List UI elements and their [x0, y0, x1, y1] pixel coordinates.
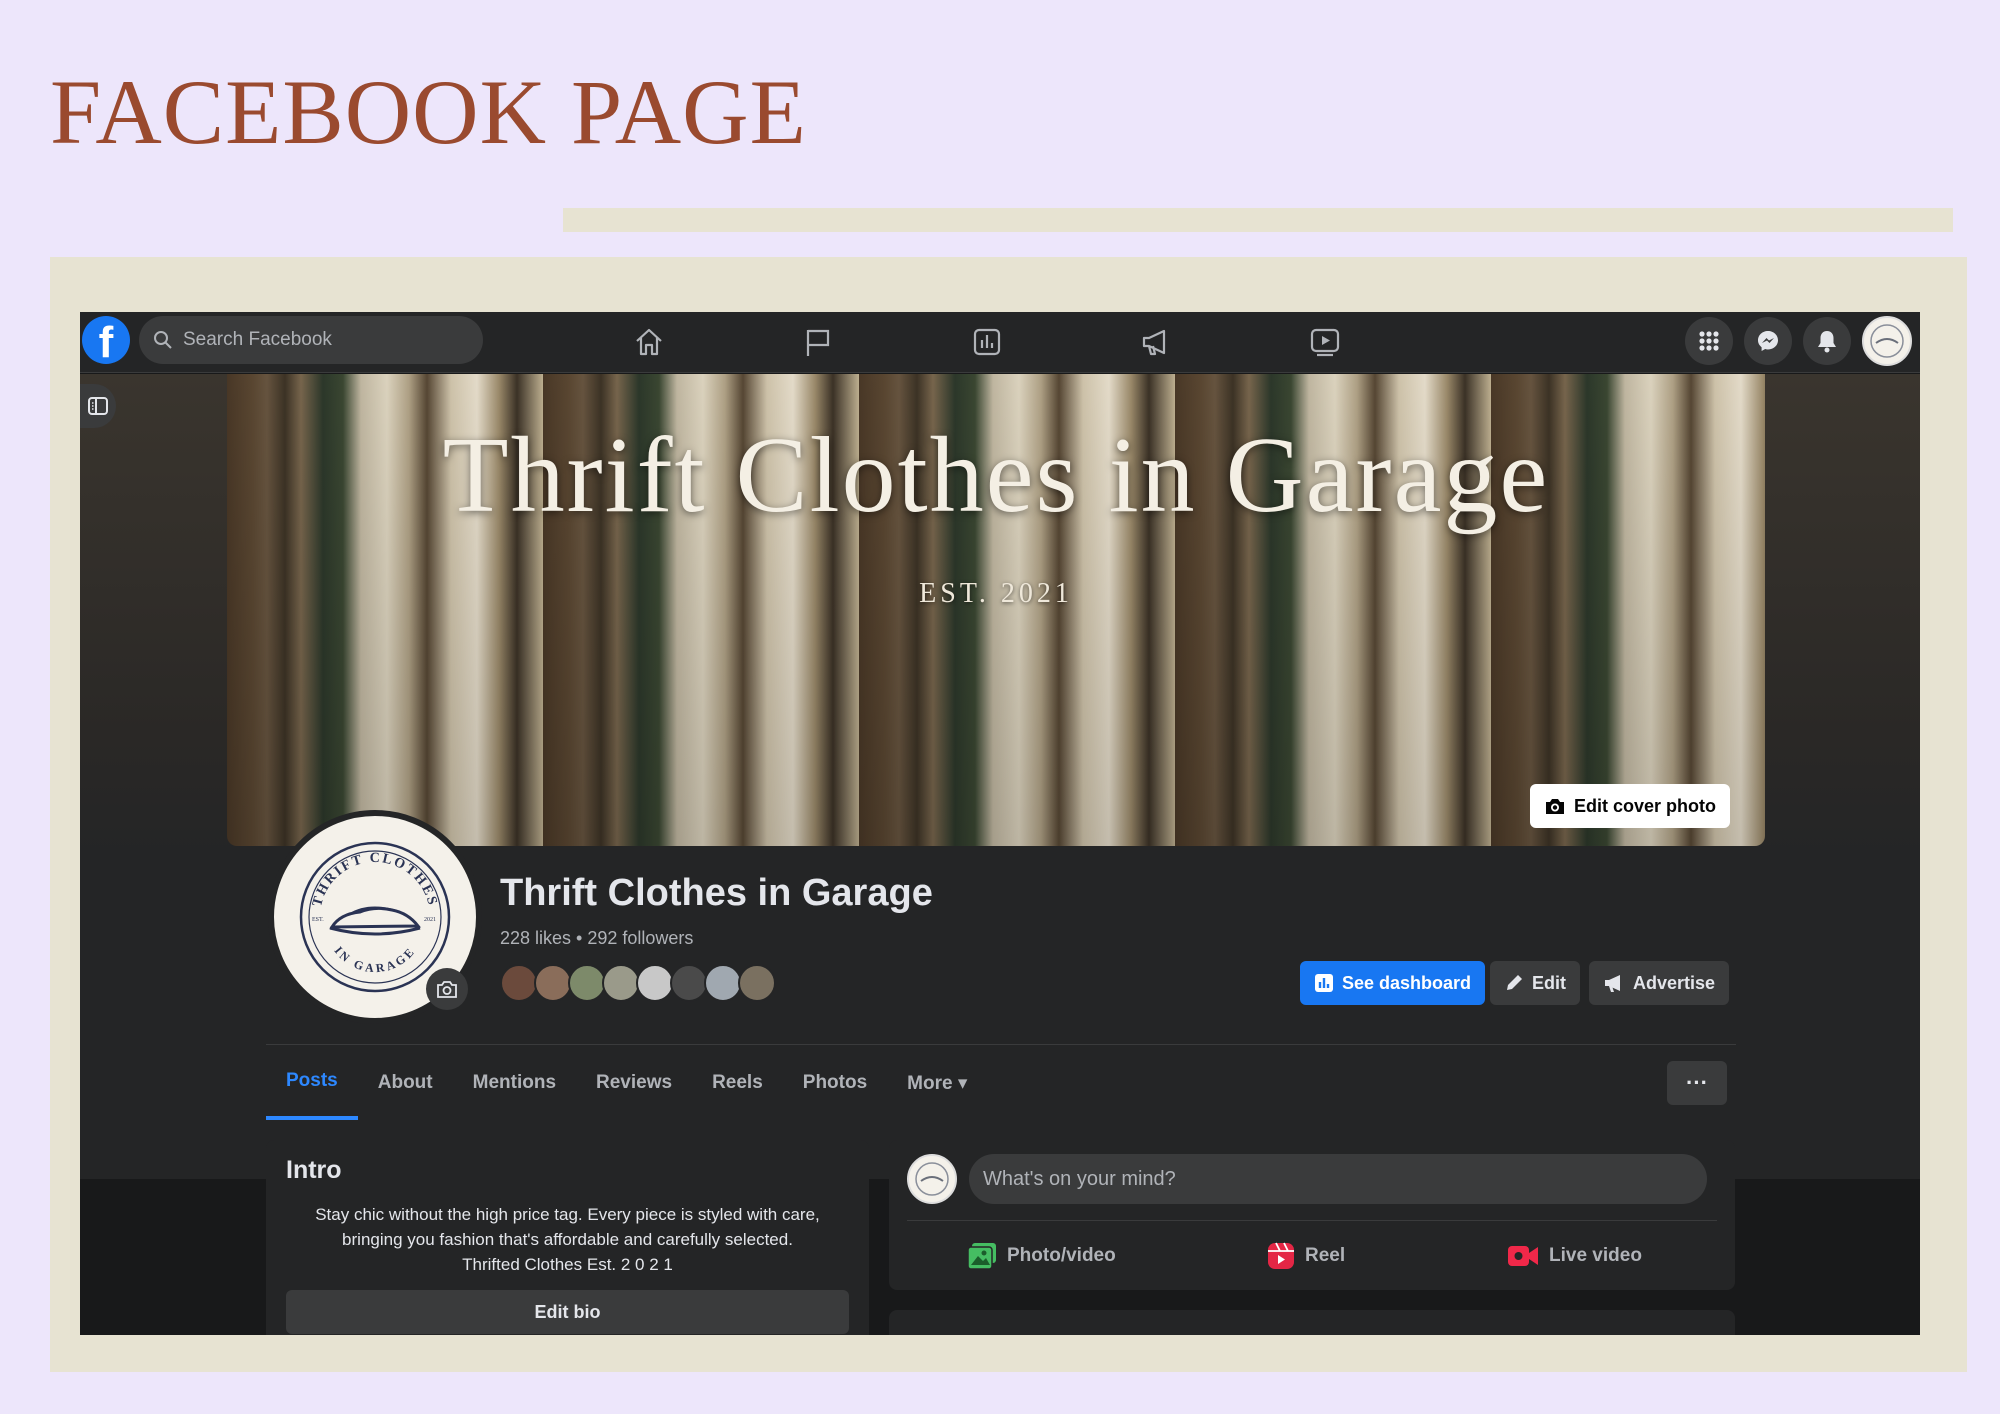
more-options-button[interactable]: ···	[1667, 1061, 1727, 1105]
composer-divider	[907, 1220, 1717, 1221]
video-icon[interactable]	[1305, 322, 1345, 362]
tab-mentions[interactable]: Mentions	[453, 1046, 576, 1120]
search-placeholder: Search Facebook	[183, 329, 332, 350]
svg-text:IN GARAGE: IN GARAGE	[332, 944, 419, 976]
megaphone-icon[interactable]	[1136, 322, 1176, 362]
tab-reels[interactable]: Reels	[692, 1046, 783, 1120]
intro-bio-line: bringing you fashion that's affordable a…	[342, 1230, 793, 1249]
composer-avatar[interactable]	[907, 1154, 957, 1204]
page-heading: FACEBOOK PAGE	[50, 61, 807, 163]
live-video-button[interactable]: Live video	[1507, 1236, 1642, 1276]
composer-input[interactable]: What's on your mind?	[969, 1154, 1707, 1204]
search-bar[interactable]: Search Facebook	[139, 316, 483, 364]
cover-subtitle: EST. 2021	[919, 578, 1073, 609]
photo-icon	[967, 1243, 996, 1270]
profile-tabs: Posts About Mentions Reviews Reels Photos More…	[266, 1046, 987, 1120]
messenger-icon[interactable]	[1744, 317, 1792, 365]
tab-posts[interactable]: Posts	[266, 1046, 358, 1120]
cover-photo: Thrift Clothes in Garage EST. 2021 Edit …	[227, 374, 1765, 846]
header-divider	[266, 1044, 1736, 1045]
intro-title: Intro	[286, 1156, 342, 1184]
page-name: Thrift Clothes in Garage	[500, 872, 933, 914]
follower-avatar[interactable]	[636, 964, 674, 1002]
follower-avatar[interactable]	[534, 964, 572, 1002]
bell-icon[interactable]	[1803, 317, 1851, 365]
follower-avatar[interactable]	[500, 964, 538, 1002]
account-avatar[interactable]	[1862, 316, 1912, 366]
insights-icon[interactable]	[967, 322, 1007, 362]
edit-cover-photo-button[interactable]: Edit cover photo	[1530, 784, 1731, 828]
see-dashboard-label: See dashboard	[1342, 972, 1472, 993]
follower-avatar[interactable]	[738, 964, 776, 1002]
intro-bio-line: Thrifted Clothes Est. 2 0 2 1	[462, 1255, 673, 1274]
tab-more[interactable]: More ▾	[887, 1046, 987, 1120]
next-post-card	[889, 1310, 1735, 1335]
intro-bio: Stay chic without the high price tag. Ev…	[286, 1202, 849, 1277]
edit-bio-button[interactable]: Edit bio	[286, 1290, 849, 1334]
live-video-label: Live video	[1549, 1245, 1642, 1266]
intro-card: Intro Stay chic without the high price t…	[266, 1140, 869, 1335]
camera-icon	[1546, 799, 1564, 814]
pencil-icon	[1507, 975, 1522, 990]
edit-label: Edit	[1532, 972, 1566, 993]
cover-title: Thrift Clothes in Garage	[442, 416, 1550, 535]
dashboard-icon	[1315, 974, 1333, 992]
facebook-logo[interactable]: f	[82, 316, 130, 364]
home-icon[interactable]	[629, 322, 669, 362]
page-stats[interactable]: 228 likes • 292 followers	[500, 928, 693, 949]
reel-icon	[1268, 1242, 1294, 1269]
tab-photos[interactable]: Photos	[783, 1046, 887, 1120]
change-profile-photo-icon[interactable]	[426, 968, 468, 1010]
photo-video-button[interactable]: Photo/video	[967, 1236, 1116, 1276]
flag-icon[interactable]	[798, 322, 838, 362]
facebook-screen: f Search Facebook Thrift Clothes in Gara…	[80, 312, 1920, 1335]
follower-avatar[interactable]	[670, 964, 708, 1002]
follower-avatar[interactable]	[704, 964, 742, 1002]
svg-text:EST.: EST.	[312, 917, 324, 923]
edit-cover-label: Edit cover photo	[1574, 795, 1717, 816]
edit-button[interactable]: Edit	[1490, 961, 1580, 1005]
post-composer: What's on your mind? Photo/video Reel Li…	[889, 1140, 1735, 1290]
advertise-label: Advertise	[1633, 972, 1716, 993]
advertise-button[interactable]: Advertise	[1589, 961, 1730, 1005]
see-dashboard-button[interactable]: See dashboard	[1300, 961, 1486, 1005]
tab-about[interactable]: About	[358, 1046, 453, 1120]
svg-text:2021: 2021	[424, 917, 436, 923]
live-video-icon	[1508, 1246, 1538, 1266]
reel-button[interactable]: Reel	[1267, 1236, 1345, 1276]
top-navigation: f Search Facebook	[80, 312, 1920, 373]
photo-video-label: Photo/video	[1007, 1245, 1116, 1266]
megaphone-small-icon	[1605, 975, 1620, 992]
reel-label: Reel	[1305, 1245, 1346, 1266]
tab-reviews[interactable]: Reviews	[576, 1046, 692, 1120]
follower-avatars[interactable]	[500, 964, 776, 1002]
intro-bio-line: Stay chic without the high price tag. Ev…	[315, 1205, 820, 1224]
follower-avatar[interactable]	[568, 964, 606, 1002]
apps-grid-icon[interactable]	[1685, 317, 1733, 365]
decorative-bar	[563, 208, 1953, 232]
search-icon	[154, 331, 172, 349]
follower-avatar[interactable]	[602, 964, 640, 1002]
